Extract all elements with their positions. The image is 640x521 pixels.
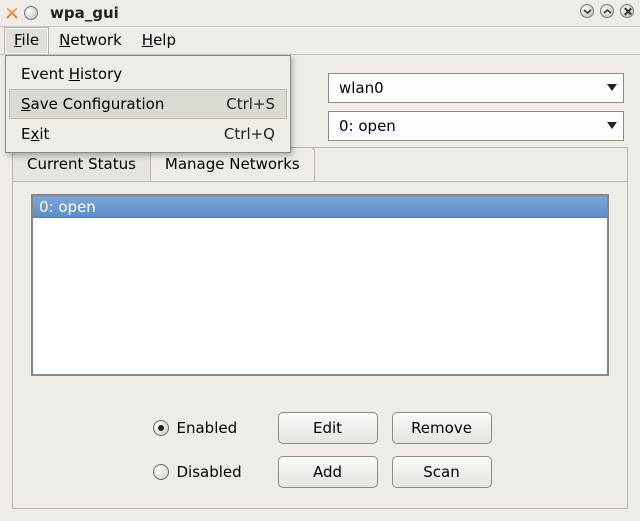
main-window: wpa_gui File Network Help Event History … bbox=[0, 0, 640, 521]
file-menu-dropdown: Event History Save Configuration Ctrl+S … bbox=[5, 55, 291, 153]
window-title: wpa_gui bbox=[50, 4, 119, 22]
add-button[interactable]: Add bbox=[278, 456, 378, 488]
menu-item-save-configuration[interactable]: Save Configuration Ctrl+S bbox=[9, 89, 287, 119]
network-select[interactable]: 0: open bbox=[328, 111, 624, 141]
network-select-value: 0: open bbox=[339, 117, 396, 135]
network-listbox[interactable]: 0: open bbox=[31, 194, 609, 376]
main-frame: Current Status Manage Networks 0: open E… bbox=[12, 147, 628, 509]
adapter-select[interactable]: wlan0 bbox=[328, 73, 624, 103]
menu-file[interactable]: File bbox=[4, 27, 49, 54]
tab-body-manage-networks: 0: open Enabled Edit Remove Disabled Add… bbox=[13, 181, 627, 508]
chevron-down-icon bbox=[607, 122, 617, 129]
radio-enabled[interactable]: Enabled bbox=[149, 419, 264, 437]
close-icon[interactable] bbox=[620, 4, 634, 18]
title-bar-left: wpa_gui bbox=[0, 4, 119, 22]
radio-icon bbox=[153, 464, 169, 480]
remove-button[interactable]: Remove bbox=[392, 412, 492, 444]
menu-item-event-history[interactable]: Event History bbox=[9, 59, 287, 89]
radio-icon bbox=[153, 420, 169, 436]
minimize-icon[interactable] bbox=[580, 4, 594, 18]
maximize-icon[interactable] bbox=[600, 4, 614, 18]
app-icon bbox=[4, 5, 20, 21]
scan-button[interactable]: Scan bbox=[392, 456, 492, 488]
menu-bar: File Network Help bbox=[0, 27, 640, 55]
title-bar-right bbox=[580, 4, 634, 18]
adapter-select-value: wlan0 bbox=[339, 79, 384, 97]
menu-help[interactable]: Help bbox=[132, 27, 186, 54]
menu-item-exit[interactable]: Exit Ctrl+Q bbox=[9, 119, 287, 149]
list-item[interactable]: 0: open bbox=[33, 196, 607, 218]
title-bar: wpa_gui bbox=[0, 0, 640, 27]
edit-button[interactable]: Edit bbox=[278, 412, 378, 444]
controls-grid: Enabled Edit Remove Disabled Add Scan bbox=[13, 410, 627, 490]
chevron-down-icon bbox=[607, 84, 617, 91]
window-menu-icon[interactable] bbox=[24, 6, 38, 20]
menu-network[interactable]: Network bbox=[49, 27, 132, 54]
radio-disabled[interactable]: Disabled bbox=[149, 463, 264, 481]
